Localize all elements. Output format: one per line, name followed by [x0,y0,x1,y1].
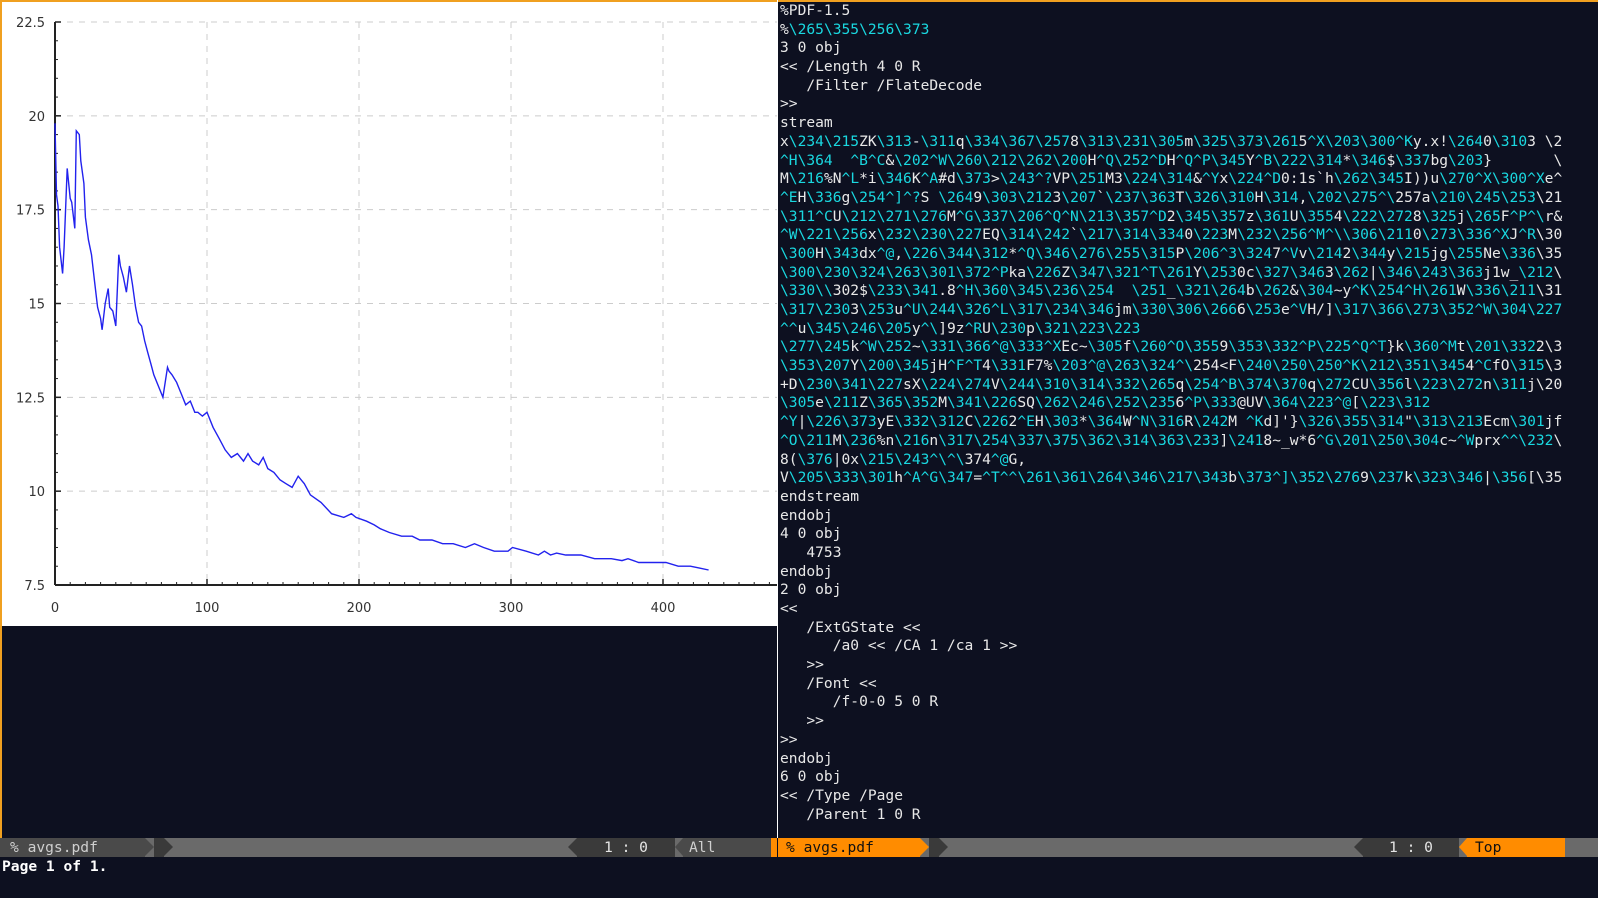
y-tick-label: 17.5 [16,204,45,219]
powerline-separator [920,838,929,856]
source-line[interactable]: V\205\333\301h^A^G\347=^T^^\261\361\264\… [780,469,1562,488]
source-line[interactable]: \311^CU\212\271\276M^G\337\206^Q^N\213\3… [780,208,1562,227]
powerline-separator [939,838,948,856]
source-line[interactable]: /Parent 1 0 R [780,806,1562,825]
source-line[interactable]: endobj [780,563,1562,582]
right-window[interactable]: %PDF-1.5 %\265\355\256\373 3 0 obj << /Leng… [778,0,1598,838]
x-tick-label: 400 [651,601,676,616]
source-line[interactable]: +D\230\341\227sX\224\274V\244\310\314\33… [780,376,1562,395]
active-edge-marker [771,838,777,857]
source-line[interactable]: /f-0-0 5 0 R [780,693,1562,712]
source-line[interactable]: 4753 [780,544,1562,563]
source-line[interactable]: >> [780,656,1562,675]
source-line[interactable]: /a0 << /CA 1 /ca 1 >> [780,637,1562,656]
y-tick-label: 22.5 [16,16,45,31]
source-line[interactable]: %PDF-1.5 [780,2,1562,21]
source-line[interactable]: M\216%N^L*i\346K^A#d\373>\243^?VP\251M3\… [780,170,1562,189]
source-line[interactable]: /Font << [780,675,1562,694]
powerline-segment [154,838,164,857]
chart-ticks [54,21,770,586]
line-chart: 0 100 200 300 400 7.5 10 12.5 15 17.5 20 22.5 [16,16,777,616]
pdf-source-text[interactable]: %PDF-1.5 %\265\355\256\373 3 0 obj << /Leng… [780,2,1562,824]
source-line[interactable]: /ExtGState << [780,619,1562,638]
source-line[interactable]: << [780,600,1562,619]
left-modeline: % avgs.pdf 1 : 0 All [0,838,777,857]
source-line[interactable]: \277\245k^W\252~\331\366^@\333^XEc~\305f… [780,338,1562,357]
powerline-separator [145,838,154,856]
source-line[interactable]: 2 0 obj [780,581,1562,600]
source-line[interactable]: \330\\302$\233\341.8^H\360\345\236\254 \… [780,282,1562,301]
powerline-separator [164,838,173,856]
x-tick-label: 200 [347,601,372,616]
y-tick-label: 7.5 [24,579,45,594]
buffer-name-active[interactable]: % avgs.pdf [778,838,920,857]
scroll-indicator: All [683,838,777,857]
source-line[interactable]: x\234\215ZK\313-\311q\334\367\2578\313\2… [780,133,1562,152]
source-line[interactable]: stream [780,114,1562,133]
source-line[interactable]: << /Type /Page [780,787,1562,806]
source-line[interactable]: ^H\364 ^B^C&\202^W\260\212\262\200H^Q\25… [780,152,1562,171]
y-tick-label: 20 [28,110,45,125]
source-line[interactable]: 6 0 obj [780,768,1562,787]
source-line[interactable]: >> [780,712,1562,731]
pdf-page-view[interactable]: 0 100 200 300 400 7.5 10 12.5 15 17.5 20 22.5 [2,2,777,626]
source-line[interactable]: >> [780,95,1562,114]
echo-area: Page 1 of 1. [2,858,108,875]
source-line[interactable]: 4 0 obj [780,525,1562,544]
x-tick-label: 100 [195,601,220,616]
y-tick-label: 15 [28,298,45,313]
source-line[interactable]: \300H\343dx^@,\226\344\312*^Q\346\276\25… [780,245,1562,264]
source-line[interactable]: endstream [780,488,1562,507]
source-line[interactable]: << /Length 4 0 R [780,58,1562,77]
source-line[interactable]: 8(\376|0x\215\243^\^\374^@G, [780,451,1562,470]
cursor-position: 1 : 0 [1363,838,1459,857]
source-line[interactable]: ^^u\345\246\205y^\]9z^RU\230p\321\223\22… [780,320,1562,339]
right-modeline: % avgs.pdf 1 : 0 Top [778,838,1598,857]
powerline-separator [1354,838,1363,856]
powerline-separator [568,838,577,856]
source-line[interactable]: endobj [780,750,1562,769]
source-line[interactable]: \305e\211Z\365\352M\341\226SQ\262\246\25… [780,394,1562,413]
powerline-segment [929,838,939,857]
source-line[interactable]: ^Y|\226\373yE\332\312C\2262^EH\303*\364W… [780,413,1562,432]
source-line[interactable]: \317\2303\253u^U\244\326^L\317\234\346jm… [780,301,1562,320]
source-line[interactable]: >> [780,731,1562,750]
source-line[interactable]: %\265\355\256\373 [780,21,1562,40]
source-line[interactable]: /Filter /FlateDecode [780,77,1562,96]
scroll-indicator: Top [1467,838,1565,857]
cursor-position: 1 : 0 [577,838,675,857]
source-line[interactable]: \300\230\324\263\301\372^Pka\226Z\347\32… [780,264,1562,283]
x-tick-label: 0 [51,601,59,616]
y-tick-label: 10 [28,485,45,500]
source-line[interactable]: ^EH\336g\254^]^?S \2649\303\2123\207`\23… [780,189,1562,208]
left-window: 0 100 200 300 400 7.5 10 12.5 15 17.5 20 22.5 [0,0,777,838]
source-line[interactable]: \353\207Y\200\345jH^F^T4\331F7%\203^@\26… [780,357,1562,376]
source-line[interactable]: ^O\211M\236%n\216n\317\254\337\375\362\3… [780,432,1562,451]
chart-grid [55,21,777,585]
source-line[interactable]: ^W\221\256x\232\230\227EQ\314\242`\217\3… [780,226,1562,245]
buffer-name[interactable]: % avgs.pdf [0,838,145,857]
series-line-avg [54,123,709,571]
y-tick-label: 12.5 [16,391,45,406]
source-line[interactable]: endobj [780,507,1562,526]
x-tick-label: 300 [499,601,524,616]
chart-tick-labels: 0 100 200 300 400 7.5 10 12.5 15 17.5 20 22.5 [16,16,675,616]
source-line[interactable]: 3 0 obj [780,39,1562,58]
